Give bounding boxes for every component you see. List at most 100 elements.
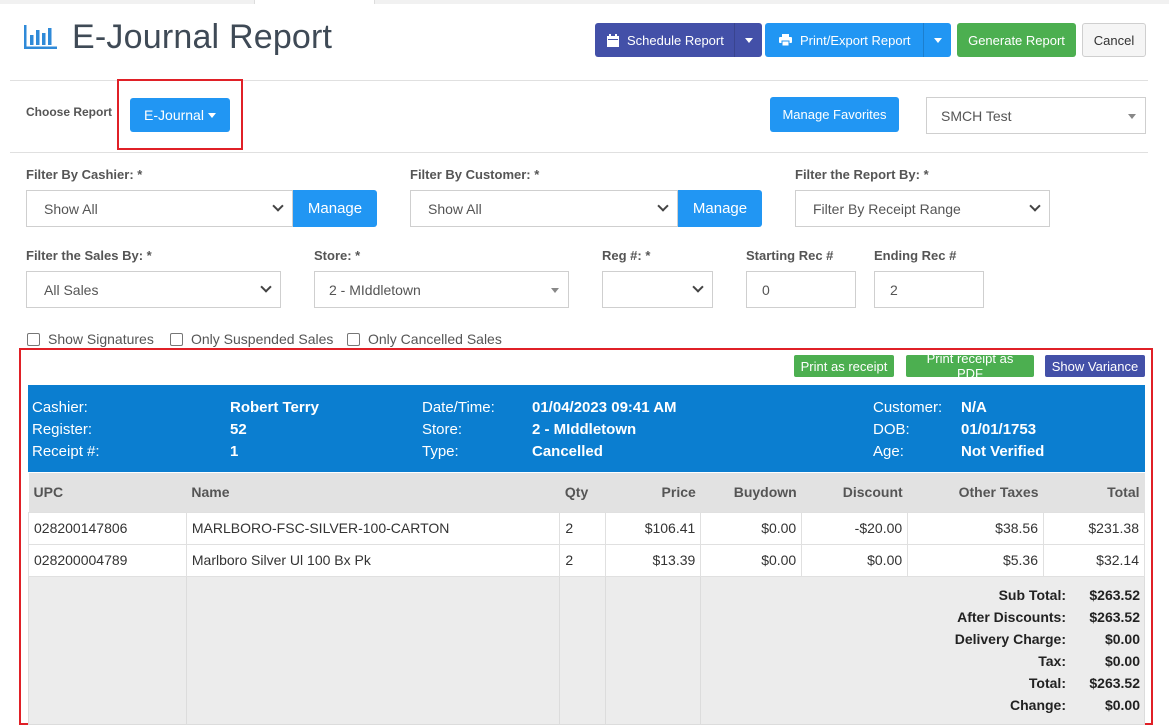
starting-rec-label: Starting Rec #	[746, 248, 834, 263]
checkbox-box[interactable]	[170, 332, 183, 346]
price-cell: $106.41	[605, 511, 702, 545]
print-export-button[interactable]: Print/Export Report	[765, 23, 951, 57]
summary-label: After Discounts:	[957, 609, 1066, 625]
reg-label: Reg #: *	[602, 248, 651, 263]
column-header: Buydown	[700, 473, 802, 512]
choose-report-label: Choose Report	[26, 105, 113, 119]
age-key: Age:	[873, 443, 904, 460]
report-by-select[interactable]: Filter By Receipt Range	[795, 190, 1050, 227]
checkbox-box[interactable]	[27, 332, 40, 346]
cashier-value: Robert Terry	[230, 399, 319, 416]
summary-line: After Discounts: $263.52	[920, 606, 1140, 628]
summary-label: Change:	[1010, 697, 1066, 713]
summary-cell	[28, 575, 187, 725]
store-value: 2 - MIddletown	[532, 421, 637, 438]
discount-cell: $0.00	[801, 543, 909, 577]
summary-value: $0.00	[1104, 631, 1140, 647]
cashier-select[interactable]: Show All	[26, 190, 293, 227]
summary-cell	[605, 575, 702, 725]
cashier-filter-label: Filter By Cashier: *	[26, 167, 143, 182]
divider	[10, 152, 1148, 153]
manage-favorites-button[interactable]: Manage Favorites	[770, 97, 899, 132]
store-key: Store:	[422, 421, 463, 438]
schedule-report-button[interactable]: Schedule Report	[595, 23, 762, 57]
summary-label: Sub Total:	[998, 587, 1066, 603]
print-as-receipt-button[interactable]: Print as receipt	[794, 355, 894, 377]
column-header: Total	[1043, 473, 1145, 512]
datetime-key: Date/Time:	[422, 399, 495, 416]
summary-value: $263.52	[1089, 587, 1140, 603]
discount-cell: -$20.00	[801, 511, 909, 545]
sales-by-select[interactable]: All Sales	[26, 271, 281, 308]
only-cancelled-checkbox[interactable]: Only Cancelled Sales	[347, 331, 502, 347]
receipt-info-bar: Cashier: Robert Terry Register: 52 Recei…	[28, 385, 1145, 472]
summary-line: Tax: $0.00	[920, 650, 1140, 672]
upc-cell: 028200147806	[28, 511, 187, 545]
only-cancelled-label: Only Cancelled Sales	[368, 331, 502, 347]
generate-report-button[interactable]: Generate Report	[957, 23, 1076, 57]
starting-rec-input[interactable]	[746, 271, 856, 308]
summary-value: $263.52	[1089, 675, 1140, 691]
page-title: E-Journal Report	[72, 18, 333, 56]
column-header: Name	[186, 473, 560, 512]
datetime-value: 01/04/2023 09:41 AM	[532, 399, 677, 416]
only-suspended-checkbox[interactable]: Only Suspended Sales	[170, 331, 333, 347]
manage-customer-button[interactable]: Manage	[678, 190, 762, 227]
summary-cell	[185, 575, 561, 725]
customer-select[interactable]: Show All	[410, 190, 678, 227]
manage-cashier-button[interactable]: Manage	[293, 190, 377, 227]
show-signatures-checkbox[interactable]: Show Signatures	[27, 331, 154, 347]
register-key: Register:	[32, 421, 93, 438]
report-by-select-value: Filter By Receipt Range	[813, 200, 961, 217]
name-cell: MARLBORO-FSC-SILVER-100-CARTON	[185, 511, 561, 545]
price-cell: $13.39	[605, 543, 702, 577]
qty-cell: 2	[559, 543, 607, 577]
favorites-select[interactable]: SMCH Test	[926, 97, 1146, 134]
report-type-dropdown[interactable]: E-Journal	[130, 98, 230, 132]
buydown-cell: $0.00	[700, 543, 803, 577]
bar-chart-icon	[24, 25, 57, 49]
schedule-dropdown-toggle[interactable]	[734, 23, 762, 57]
column-header: Qty	[559, 473, 606, 512]
column-header: UPC	[28, 473, 187, 512]
checkbox-box[interactable]	[347, 332, 360, 346]
caret-down-icon	[744, 37, 753, 43]
summary-label: Delivery Charge:	[954, 631, 1066, 647]
register-value: 52	[230, 421, 247, 438]
dropdown-triangle-icon	[551, 288, 559, 293]
dob-key: DOB:	[873, 421, 910, 438]
receipt-number-key: Receipt #:	[32, 443, 100, 460]
store-select[interactable]: 2 - MIddletown	[314, 271, 569, 308]
cancel-button[interactable]: Cancel	[1082, 23, 1146, 57]
show-variance-button[interactable]: Show Variance	[1045, 355, 1145, 377]
caret-down-icon	[933, 37, 942, 43]
store-label: Store: *	[314, 248, 361, 263]
print-export-dropdown-toggle[interactable]	[923, 23, 951, 57]
customer-key: Customer:	[873, 399, 943, 416]
summary-value: $0.00	[1104, 697, 1140, 713]
chevron-down-icon	[657, 200, 669, 212]
print-receipt-pdf-button[interactable]: Print receipt as PDF	[906, 351, 1034, 381]
summary-line: Sub Total: $263.52	[920, 584, 1140, 606]
column-header: Discount	[801, 473, 908, 512]
sales-by-label: Filter the Sales By: *	[26, 248, 152, 263]
schedule-report-label: Schedule Report	[627, 32, 724, 48]
print-export-label: Print/Export Report	[800, 32, 911, 48]
summary-line: Change: $0.00	[920, 694, 1140, 716]
total-cell: $231.38	[1043, 511, 1145, 545]
qty-cell: 2	[559, 511, 607, 545]
summary-line: Total: $263.52	[920, 672, 1140, 694]
caret-down-icon	[207, 112, 216, 118]
top-tab-strip	[0, 0, 1169, 4]
sales-by-select-value: All Sales	[44, 281, 99, 298]
type-key: Type:	[422, 443, 459, 460]
printer-icon	[779, 34, 792, 46]
ending-rec-input[interactable]	[874, 271, 984, 308]
only-suspended-label: Only Suspended Sales	[191, 331, 334, 347]
cashier-key: Cashier:	[32, 399, 88, 416]
active-tab-hint	[254, 0, 375, 4]
reg-select[interactable]	[602, 271, 713, 308]
report-type-label: E-Journal	[144, 107, 204, 123]
chevron-down-icon	[692, 281, 704, 293]
dropdown-triangle-icon	[1128, 114, 1136, 119]
